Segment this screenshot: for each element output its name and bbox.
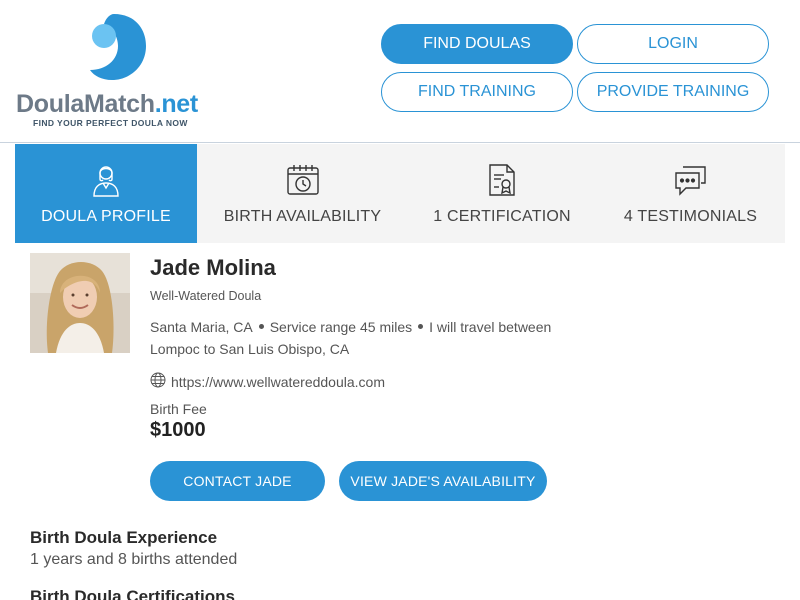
experience-heading: Birth Doula Experience — [30, 528, 218, 547]
tab-label: 4 TESTIMONIALS — [623, 208, 758, 225]
tab-doula-profile[interactable]: DOULA PROFILE — [15, 144, 197, 243]
tab-birth-availability[interactable]: BIRTH AVAILABILITY — [197, 144, 408, 243]
city: Santa Maria, CA — [150, 319, 253, 335]
chat-bubbles-icon — [673, 162, 709, 198]
profile-tabs: DOULA PROFILE BIRTH AVAILABILITY 1 CERTI… — [15, 144, 785, 243]
site-logo[interactable]: DoulaMatch.net FIND YOUR PERFECT DOULA N… — [16, 8, 226, 133]
website-link[interactable]: https://www.wellwatereddoula.com — [150, 372, 385, 391]
business-name: Well-Watered Doula — [150, 289, 262, 303]
separator-dot — [418, 324, 424, 330]
find-doulas-button[interactable]: FIND DOULAS — [381, 24, 573, 64]
logo-mark-icon — [90, 14, 146, 80]
login-button[interactable]: LOGIN — [577, 24, 769, 64]
travel-text: I will travel between — [429, 319, 552, 335]
doula-name: Jade Molina — [150, 255, 276, 280]
tab-testimonials[interactable]: 4 TESTIMONIALS — [596, 144, 785, 243]
find-training-button[interactable]: FIND TRAINING — [381, 72, 573, 112]
certificate-document-icon — [484, 162, 520, 198]
contact-button[interactable]: CONTACT JADE — [150, 461, 325, 501]
location-info: Santa Maria, CA Service range 45 miles I w… — [150, 316, 620, 360]
birth-fee-label: Birth Fee — [150, 401, 207, 417]
calendar-clock-icon — [285, 162, 321, 198]
view-availability-button[interactable]: VIEW JADE'S AVAILABILITY — [339, 461, 547, 501]
doula-photo — [30, 253, 130, 353]
tab-label: BIRTH AVAILABILITY — [223, 208, 382, 225]
travel-area: Lompoc to San Luis Obispo, CA — [150, 341, 350, 357]
tab-label: DOULA PROFILE — [41, 208, 171, 225]
logo-wordmark: DoulaMatch.net — [16, 90, 198, 118]
provide-training-button[interactable]: PROVIDE TRAINING — [577, 72, 769, 112]
globe-icon — [150, 372, 166, 391]
separator-dot — [258, 324, 264, 330]
birth-fee-value: $1000 — [150, 419, 206, 441]
experience-value: 1 years and 8 births attended — [30, 551, 238, 568]
website-url[interactable]: https://www.wellwatereddoula.com — [171, 374, 385, 390]
tab-certification[interactable]: 1 CERTIFICATION — [408, 144, 596, 243]
service-range: Service range 45 miles — [269, 319, 413, 335]
tab-label: 1 CERTIFICATION — [433, 208, 571, 225]
certifications-heading: Birth Doula Certifications — [30, 587, 235, 600]
person-icon — [88, 162, 124, 198]
logo-tagline: FIND YOUR PERFECT DOULA NOW — [33, 118, 188, 128]
site-header: DoulaMatch.net FIND YOUR PERFECT DOULA N… — [0, 0, 800, 143]
